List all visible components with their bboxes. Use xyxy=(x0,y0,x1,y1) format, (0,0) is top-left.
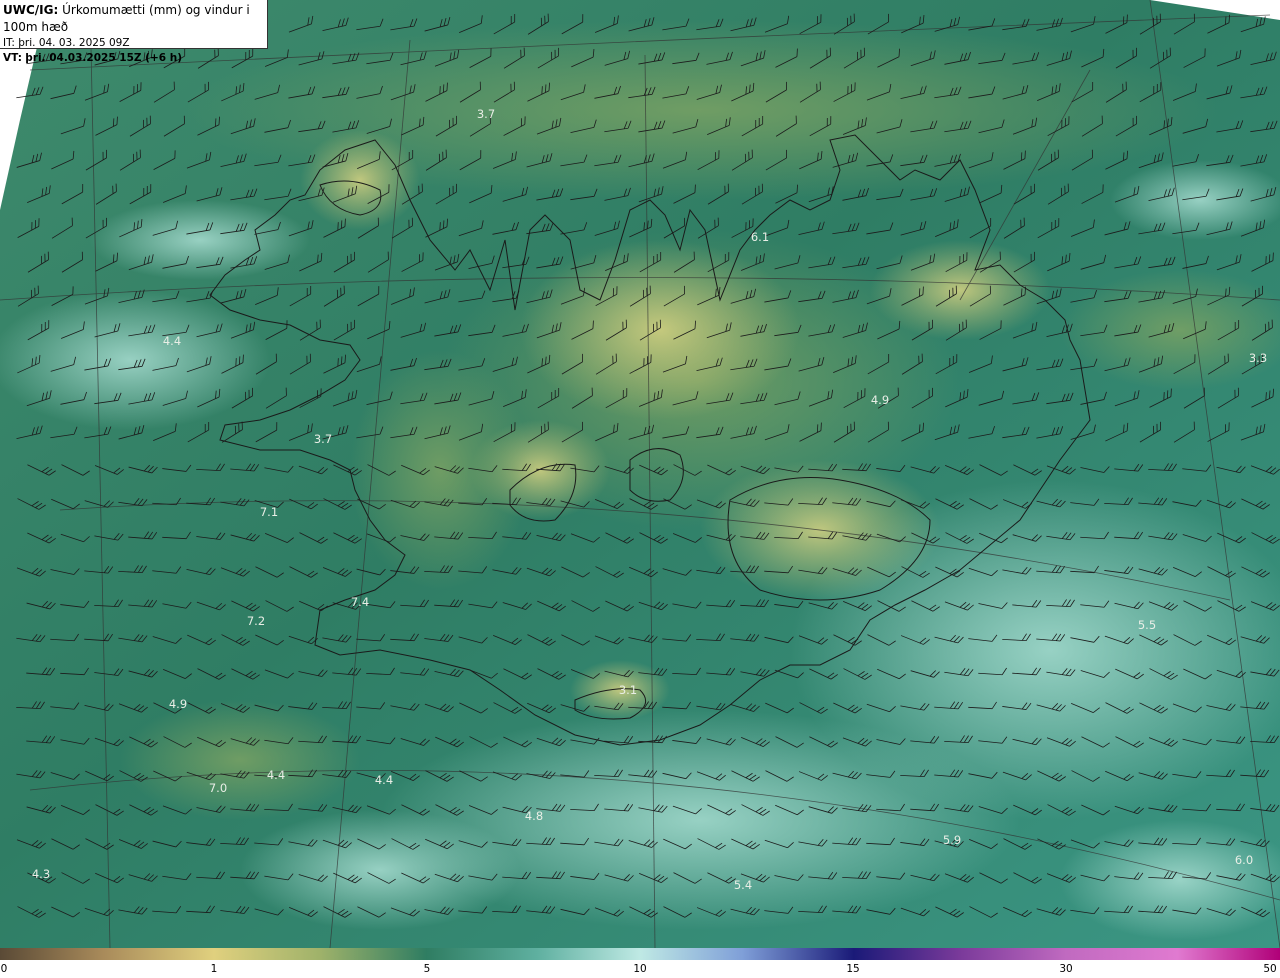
value-label: 7.0 xyxy=(209,781,227,795)
value-label: 5.5 xyxy=(1138,618,1156,632)
value-label: 5.4 xyxy=(734,878,752,892)
value-label: 4.4 xyxy=(375,773,393,787)
valid-time-value: þri. 04.03.2025 15Z (+6 h) xyxy=(25,52,182,64)
value-label: 7.4 xyxy=(351,595,369,609)
colorbar-strip xyxy=(0,948,1280,960)
product-line: UWC/IG: Úrkomumætti (mm) og vindur i 100… xyxy=(3,2,264,36)
colorbar-tick: 15 xyxy=(846,963,860,975)
initial-time-label: IT: xyxy=(3,37,15,49)
valid-time-line: VT: þri. 04.03.2025 15Z (+6 h) xyxy=(3,51,264,66)
value-label: 4.3 xyxy=(32,867,50,881)
map-header: UWC/IG: Úrkomumætti (mm) og vindur i 100… xyxy=(0,0,268,64)
value-label: 4.4 xyxy=(163,334,181,348)
initial-time-value: þri. 04. 03. 2025 09Z xyxy=(18,37,130,49)
colorbar-tick: 1 xyxy=(210,963,218,975)
value-label: 3.7 xyxy=(314,432,332,446)
value-label: 3.3 xyxy=(1249,351,1267,365)
valid-time-label: VT: xyxy=(3,52,22,64)
value-label: 4.9 xyxy=(169,697,187,711)
value-label: 5.9 xyxy=(943,833,961,847)
precipitation-wind-map: 3.7 6.1 4.4 3.7 4.9 3.3 7.1 7.4 7.2 3.1 … xyxy=(0,0,1280,948)
value-label: 7.2 xyxy=(247,614,265,628)
colorbar-tick: 50 xyxy=(1263,963,1277,975)
value-label: 4.8 xyxy=(525,809,543,823)
value-label: 6.0 xyxy=(1235,853,1253,867)
value-label: 7.1 xyxy=(260,505,278,519)
value-label: 3.7 xyxy=(477,107,495,121)
value-label: 4.9 xyxy=(871,393,889,407)
value-label: 6.1 xyxy=(751,230,769,244)
initial-time-line: IT: þri. 04. 03. 2025 09Z xyxy=(3,36,264,51)
product-code: UWC/IG: xyxy=(3,3,59,17)
colorbar-tick: 10 xyxy=(633,963,647,975)
colorbar-tick: 30 xyxy=(1059,963,1073,975)
colorbar-tick: 0 xyxy=(0,963,8,975)
colorbar-tick: 5 xyxy=(423,963,431,975)
colorbar-legend: 0 1 5 10 15 30 50 xyxy=(0,948,1280,978)
value-label: 3.1 xyxy=(619,683,637,697)
value-label: 4.4 xyxy=(267,768,285,782)
